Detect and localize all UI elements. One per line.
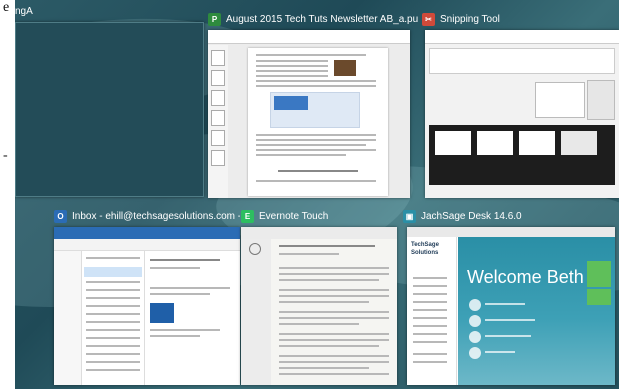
welcome-heading: Welcome Beth: [467, 267, 584, 287]
task-view-desktop: ngA P August 2015 Tech Tuts Newsletter A…: [15, 0, 619, 389]
jachsage-icon: ▣: [403, 209, 416, 223]
edge-char-dash: -: [3, 148, 8, 163]
window-title-evernote: Evernote Touch: [259, 210, 329, 222]
window-thumb-evernote[interactable]: E Evernote Touch: [241, 205, 400, 385]
window-thumb-outlook[interactable]: O Inbox - ehill@techsagesolutions.com - …: [54, 205, 240, 385]
window-thumb-publisher[interactable]: P August 2015 Tech Tuts Newsletter AB_a.…: [208, 12, 418, 198]
window-preview-outlook: [54, 227, 240, 385]
evernote-icon: E: [241, 209, 254, 223]
window-title-partial: ngA: [15, 5, 33, 17]
window-preview-snipping: [425, 30, 619, 198]
window-thumb-partial-left[interactable]: ngA: [15, 0, 204, 197]
edge-char-top: e: [3, 0, 10, 15]
window-preview-jachsage: TechSage Solutions Welcome Beth: [407, 227, 615, 385]
window-title-jachsage: JachSage Desk 14.6.0: [421, 210, 522, 222]
window-thumb-jachsage[interactable]: ▣ JachSage Desk 14.6.0 TechSage Solution…: [403, 205, 619, 385]
outlook-icon: O: [54, 209, 67, 223]
window-preview-publisher: [208, 30, 410, 198]
window-thumb-snipping-tool[interactable]: ✂ Snipping Tool: [422, 12, 619, 198]
jachsage-logo: TechSage Solutions: [411, 242, 439, 256]
scissors-icon: ✂: [422, 12, 435, 26]
window-title-outlook: Inbox - ehill@techsagesolutions.com - Ou…: [72, 210, 240, 222]
publisher-icon: P: [208, 12, 221, 26]
window-preview-evernote: [241, 227, 397, 385]
window-preview-partial: [15, 22, 204, 197]
window-title-publisher: August 2015 Tech Tuts Newsletter AB_a.pu…: [226, 13, 418, 25]
window-title-snipping: Snipping Tool: [440, 13, 500, 25]
left-edge-strip: e -: [0, 0, 15, 389]
